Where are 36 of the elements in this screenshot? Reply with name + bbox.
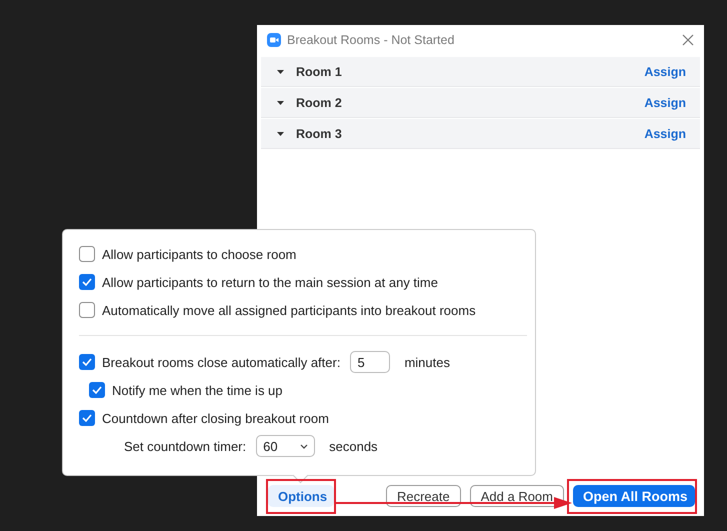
room-row[interactable]: Room 1 Assign xyxy=(261,57,700,87)
checkbox[interactable] xyxy=(79,410,95,426)
room-name: Room 2 xyxy=(296,96,343,110)
room-row[interactable]: Room 3 Assign xyxy=(261,119,700,149)
room-row[interactable]: Room 2 Assign xyxy=(261,88,700,118)
option-label: Set countdown timer: xyxy=(124,438,246,454)
window-title: Breakout Rooms - Not Started xyxy=(287,33,456,47)
option-label: Countdown after closing breakout room xyxy=(102,410,329,426)
unit-label: seconds xyxy=(329,438,378,454)
room-name: Room 1 xyxy=(296,64,343,78)
close-icon[interactable] xyxy=(682,34,694,46)
minutes-field[interactable]: 5 xyxy=(350,351,390,373)
option-label: Allow participants to choose room xyxy=(102,246,296,262)
assign-link[interactable]: Assign xyxy=(644,64,686,78)
caret-icon[interactable] xyxy=(277,100,284,104)
option-label: Notify me when the time is up xyxy=(112,382,283,398)
footer-button[interactable]: Recreate xyxy=(386,485,461,507)
open-all-rooms-button[interactable]: Open All Rooms xyxy=(573,485,695,507)
unit-label: minutes xyxy=(404,354,450,370)
caret-icon[interactable] xyxy=(277,132,284,136)
checkbox[interactable] xyxy=(89,382,105,398)
timer-dropdown[interactable]: 60 xyxy=(256,435,316,457)
checkbox[interactable] xyxy=(79,274,95,290)
assign-link[interactable]: Assign xyxy=(644,96,686,110)
option-label: Allow participants to return to the main session at any time xyxy=(102,274,438,290)
checkbox[interactable] xyxy=(79,302,95,318)
options-button[interactable]: Options xyxy=(268,485,334,507)
checkbox[interactable] xyxy=(79,354,95,370)
option-label: Automatically move all assigned participants into breakout rooms xyxy=(102,302,476,318)
caret-icon[interactable] xyxy=(277,70,284,74)
option-label: Breakout rooms close automatically after: xyxy=(102,354,340,370)
assign-link[interactable]: Assign xyxy=(644,126,686,140)
app-logo-icon xyxy=(267,33,281,47)
checkbox[interactable] xyxy=(79,246,95,262)
chevron-icon[interactable] xyxy=(300,444,308,448)
room-name: Room 3 xyxy=(296,126,343,140)
